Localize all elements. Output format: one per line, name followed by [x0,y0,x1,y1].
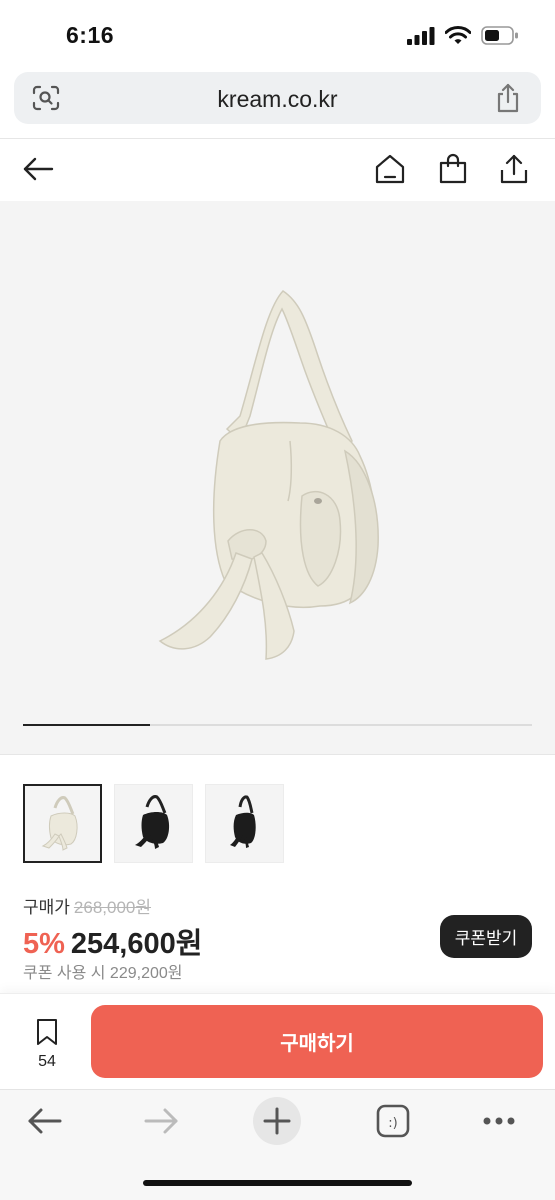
sale-price: 254,600원 [70,928,203,960]
discount-rate: 5% [23,928,65,960]
bag-thumbnail-image [41,796,78,851]
new-tab-icon[interactable] [252,1096,302,1146]
divider [0,754,555,755]
product-image[interactable] [0,201,555,754]
browser-forward-icon[interactable] [142,1106,180,1136]
gallery-progress [23,724,532,726]
bookmark-icon [37,1019,57,1045]
buy-button[interactable]: 구매하기 [91,1005,543,1078]
bag-thumbnail-image [230,795,256,848]
svg-text::): :) [388,1116,397,1131]
product-image-area[interactable] [0,201,555,754]
back-arrow-icon[interactable] [22,153,54,185]
share-icon[interactable] [495,83,521,113]
address-bar[interactable]: kream.co.kr [14,72,541,124]
app-header [0,139,555,201]
home-indicator [143,1180,412,1186]
status-icons [407,26,519,45]
coupon-price-text: 쿠폰 사용 시 229,200원 [23,965,183,982]
battery-icon [481,26,518,45]
share-icon[interactable] [498,153,530,185]
home-icon[interactable] [374,153,406,185]
more-options-icon[interactable] [482,1116,516,1126]
browser-back-icon[interactable] [26,1106,64,1136]
thumbnail-black[interactable] [114,784,193,863]
price-row: 5% 254,600원 [23,920,202,962]
bookmark-count: 54 [38,1053,56,1070]
signal-icon [407,26,435,45]
status-time: 6:16 [66,22,115,48]
bookmark-button[interactable]: 54 [24,1018,70,1071]
get-coupon-button[interactable]: 쿠폰받기 [440,915,532,958]
url-text[interactable]: kream.co.kr [14,86,541,113]
thumbnail-ivory[interactable] [23,784,102,863]
status-bar: 6:16 [0,0,555,70]
shopping-bag-icon[interactable] [437,153,469,185]
wifi-icon [445,26,471,44]
purchase-action-bar: 54 구매하기 [0,993,555,1089]
price-label-row: 구매가 268,000원 [23,893,151,918]
tabs-icon[interactable]: :) [376,1104,410,1138]
price-label: 구매가 [23,898,70,917]
thumbnail-black-2[interactable] [205,784,284,863]
gallery-progress-fill [23,724,151,726]
original-price: 268,000원 [73,898,152,917]
bag-thumbnail-image [135,795,170,849]
